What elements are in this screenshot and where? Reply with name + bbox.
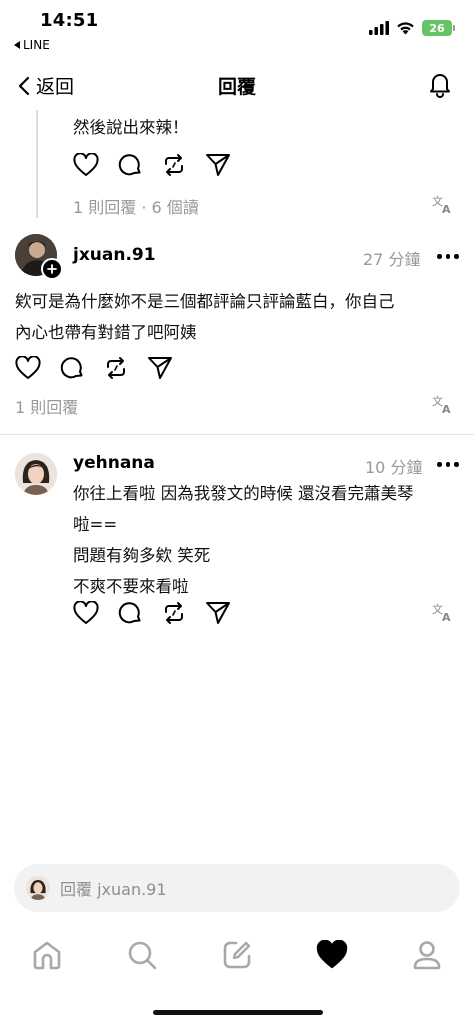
- follow-button[interactable]: [41, 258, 63, 280]
- comment-text: 欸可是為什麼妳不是三個都評論只評論藍白，你自己 內心也帶有對錯了吧阿姨: [15, 286, 395, 348]
- repost-button[interactable]: [161, 598, 205, 628]
- parent-post-meta[interactable]: 1 則回覆 · 6 個讀: [73, 194, 199, 218]
- wifi-icon: [397, 22, 414, 35]
- like-button[interactable]: [73, 150, 117, 180]
- comment-text-line: 問題有夠多欸 笑死: [73, 546, 211, 565]
- comment-text-line: 啦==: [73, 515, 118, 534]
- heart-icon: [15, 356, 41, 379]
- plus-icon: [47, 264, 57, 274]
- translate-button[interactable]: 文A: [432, 194, 454, 218]
- search-icon: [128, 941, 157, 970]
- share-button[interactable]: [205, 150, 249, 180]
- back-app-label: LINE: [23, 38, 50, 52]
- avatar[interactable]: [15, 453, 57, 495]
- more-dot-icon: [454, 462, 459, 467]
- tab-bar: [0, 930, 474, 980]
- comment-button[interactable]: [117, 598, 161, 628]
- signal-icon: [369, 21, 389, 35]
- battery-level: 26: [429, 21, 445, 35]
- repost-button[interactable]: [161, 150, 205, 180]
- nav-bar: 返回 回覆: [0, 58, 474, 110]
- translate-icon: 文A: [432, 194, 451, 216]
- thread-line: [36, 110, 38, 218]
- svg-text:A: A: [442, 403, 451, 414]
- more-dot-icon: [454, 254, 459, 259]
- svg-text:A: A: [442, 611, 451, 622]
- back-to-app[interactable]: LINE: [14, 38, 50, 52]
- share-icon: [148, 357, 172, 379]
- tab-home[interactable]: [17, 930, 77, 980]
- status-time: 14:51: [40, 10, 99, 31]
- repost-button[interactable]: [103, 353, 147, 383]
- share-button[interactable]: [147, 353, 191, 383]
- translate-button[interactable]: 文A: [432, 602, 454, 626]
- comment-time: 27 分鐘: [363, 250, 421, 269]
- like-button[interactable]: [15, 353, 59, 383]
- bell-icon: [430, 74, 450, 98]
- share-icon: [206, 602, 230, 624]
- share-button[interactable]: [205, 598, 249, 628]
- comment-username[interactable]: yehnana: [73, 453, 155, 473]
- repost-icon: [165, 602, 183, 624]
- more-options-button[interactable]: [437, 462, 459, 467]
- comment-button[interactable]: [59, 353, 103, 383]
- translate-icon: 文A: [432, 602, 451, 624]
- comment-text: 你往上看啦 因為我發文的時候 還沒看完蕭美琴 啦== 問題有夠多欸 笑死 不爽不…: [73, 478, 414, 602]
- comment-text-line: 欸可是為什麼妳不是三個都評論只評論藍白，你自己: [15, 292, 395, 311]
- heart-icon: [73, 601, 99, 624]
- status-bar: 14:51 LINE 26: [0, 0, 474, 58]
- comment-actions: [15, 353, 191, 383]
- activity-heart-icon: [316, 940, 347, 969]
- tab-compose[interactable]: [207, 930, 267, 980]
- notifications-button[interactable]: [426, 70, 454, 102]
- divider: [0, 434, 474, 435]
- chevron-left-icon: [18, 76, 30, 95]
- share-icon: [206, 154, 230, 176]
- status-indicators: 26: [369, 20, 455, 36]
- comment-time: 10 分鐘: [365, 458, 423, 477]
- my-avatar: [26, 876, 50, 900]
- comment-icon: [118, 602, 141, 624]
- avatar-photo-icon: [15, 453, 57, 495]
- home-indicator: [153, 1010, 323, 1015]
- reply-placeholder: 回覆 jxuan.91: [60, 880, 167, 899]
- comment-icon: [60, 357, 83, 379]
- profile-icon: [413, 941, 440, 970]
- battery-indicator: 26: [422, 20, 455, 36]
- comment-button[interactable]: [117, 150, 161, 180]
- svg-text:A: A: [442, 203, 451, 214]
- more-dot-icon: [437, 462, 442, 467]
- translate-icon: 文A: [432, 394, 451, 416]
- more-options-button[interactable]: [437, 254, 459, 259]
- compose-icon: [223, 941, 251, 969]
- tab-activity[interactable]: [302, 930, 362, 980]
- more-dot-icon: [445, 254, 450, 259]
- parent-post-text: 然後說出來辣！: [73, 118, 189, 137]
- repost-icon: [165, 154, 183, 176]
- more-dot-icon: [445, 462, 450, 467]
- translate-button[interactable]: 文A: [432, 394, 454, 418]
- tab-search[interactable]: [112, 930, 172, 980]
- repost-icon: [107, 357, 125, 379]
- comment-username[interactable]: jxuan.91: [73, 245, 156, 265]
- comment-icon: [118, 154, 141, 176]
- back-button[interactable]: 返回: [18, 72, 74, 99]
- heart-icon: [73, 153, 99, 176]
- reply-input-bar[interactable]: 回覆 jxuan.91: [14, 864, 460, 912]
- tab-profile[interactable]: [397, 930, 457, 980]
- comment-actions: [73, 598, 249, 628]
- comment-text-line: 你往上看啦 因為我發文的時候 還沒看完蕭美琴: [73, 484, 414, 503]
- more-dot-icon: [437, 254, 442, 259]
- back-label: 返回: [36, 76, 75, 98]
- back-triangle-icon: [14, 41, 20, 49]
- comment-text-line: 內心也帶有對錯了吧阿姨: [15, 323, 197, 342]
- parent-post-actions: [73, 150, 249, 180]
- like-button[interactable]: [73, 598, 117, 628]
- comment-meta[interactable]: 1 則回覆: [15, 394, 78, 418]
- home-icon: [34, 941, 61, 970]
- avatar-photo-icon: [26, 876, 50, 900]
